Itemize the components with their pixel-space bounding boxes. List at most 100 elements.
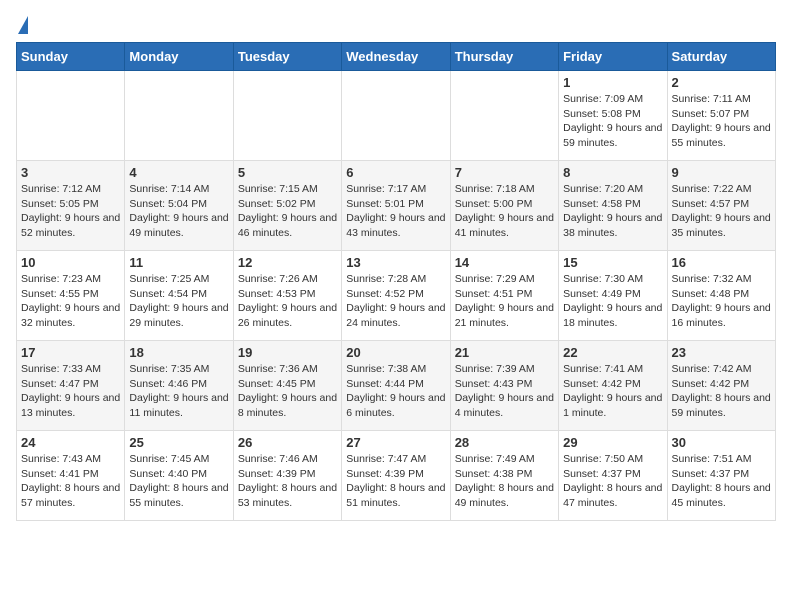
day-header-tuesday: Tuesday [233,43,341,71]
day-number: 8 [563,165,662,180]
day-info: Sunrise: 7:09 AMSunset: 5:08 PMDaylight:… [563,92,662,151]
day-cell: 8 Sunrise: 7:20 AMSunset: 4:58 PMDaylight… [559,161,667,251]
day-info: Sunrise: 7:23 AMSunset: 4:55 PMDaylight:… [21,272,120,331]
day-number: 10 [21,255,120,270]
day-info: Sunrise: 7:28 AMSunset: 4:52 PMDaylight:… [346,272,445,331]
day-header-monday: Monday [125,43,233,71]
day-number: 18 [129,345,228,360]
day-number: 19 [238,345,337,360]
day-cell: 13 Sunrise: 7:28 AMSunset: 4:52 PMDayligh… [342,251,450,341]
day-cell: 25 Sunrise: 7:45 AMSunset: 4:40 PMDayligh… [125,431,233,521]
day-number: 26 [238,435,337,450]
day-number: 6 [346,165,445,180]
day-cell: 4 Sunrise: 7:14 AMSunset: 5:04 PMDaylight… [125,161,233,251]
day-info: Sunrise: 7:33 AMSunset: 4:47 PMDaylight:… [21,362,120,421]
day-number: 9 [672,165,771,180]
day-number: 30 [672,435,771,450]
day-number: 29 [563,435,662,450]
calendar-table: SundayMondayTuesdayWednesdayThursdayFrid… [16,42,776,521]
day-cell: 20Sunrise: 7:38 AMSunset: 4:44 PMDayligh… [342,341,450,431]
day-cell: 12 Sunrise: 7:26 AMSunset: 4:53 PMDayligh… [233,251,341,341]
day-cell: 28Sunrise: 7:49 AMSunset: 4:38 PMDayligh… [450,431,558,521]
day-cell: 9 Sunrise: 7:22 AMSunset: 4:57 PMDaylight… [667,161,775,251]
header-row: SundayMondayTuesdayWednesdayThursdayFrid… [17,43,776,71]
day-cell [125,71,233,161]
day-number: 22 [563,345,662,360]
day-header-wednesday: Wednesday [342,43,450,71]
day-info: Sunrise: 7:12 AMSunset: 5:05 PMDaylight:… [21,182,120,241]
day-number: 7 [455,165,554,180]
day-number: 17 [21,345,120,360]
day-info: Sunrise: 7:22 AMSunset: 4:57 PMDaylight:… [672,182,771,241]
week-row-2: 10 Sunrise: 7:23 AMSunset: 4:55 PMDayligh… [17,251,776,341]
day-number: 12 [238,255,337,270]
day-cell: 29 Sunrise: 7:50 AMSunset: 4:37 PMDayligh… [559,431,667,521]
day-cell: 27 Sunrise: 7:47 AMSunset: 4:39 PMDayligh… [342,431,450,521]
day-number: 15 [563,255,662,270]
day-number: 5 [238,165,337,180]
day-number: 13 [346,255,445,270]
day-number: 3 [21,165,120,180]
logo [16,16,28,34]
day-number: 1 [563,75,662,90]
day-number: 27 [346,435,445,450]
day-info: Sunrise: 7:46 AMSunset: 4:39 PMDaylight:… [238,452,337,511]
day-cell: 21 Sunrise: 7:39 AMSunset: 4:43 PMDayligh… [450,341,558,431]
day-info: Sunrise: 7:29 AMSunset: 4:51 PMDaylight:… [455,272,554,331]
day-cell: 14 Sunrise: 7:29 AMSunset: 4:51 PMDayligh… [450,251,558,341]
day-cell: 2Sunrise: 7:11 AMSunset: 5:07 PMDaylight… [667,71,775,161]
day-cell [450,71,558,161]
day-cell [342,71,450,161]
day-info: Sunrise: 7:25 AMSunset: 4:54 PMDaylight:… [129,272,228,331]
day-info: Sunrise: 7:36 AMSunset: 4:45 PMDaylight:… [238,362,337,421]
day-number: 16 [672,255,771,270]
day-info: Sunrise: 7:14 AMSunset: 5:04 PMDaylight:… [129,182,228,241]
day-header-friday: Friday [559,43,667,71]
day-number: 21 [455,345,554,360]
day-cell: 1 Sunrise: 7:09 AMSunset: 5:08 PMDaylight… [559,71,667,161]
day-info: Sunrise: 7:45 AMSunset: 4:40 PMDaylight:… [129,452,228,511]
day-number: 25 [129,435,228,450]
day-header-thursday: Thursday [450,43,558,71]
day-cell: 18 Sunrise: 7:35 AMSunset: 4:46 PMDayligh… [125,341,233,431]
day-info: Sunrise: 7:32 AMSunset: 4:48 PMDaylight:… [672,272,771,331]
day-cell: 24Sunrise: 7:43 AMSunset: 4:41 PMDayligh… [17,431,125,521]
week-row-4: 24Sunrise: 7:43 AMSunset: 4:41 PMDayligh… [17,431,776,521]
day-cell [17,71,125,161]
day-cell: 16 Sunrise: 7:32 AMSunset: 4:48 PMDayligh… [667,251,775,341]
day-info: Sunrise: 7:18 AMSunset: 5:00 PMDaylight:… [455,182,554,241]
day-info: Sunrise: 7:51 AMSunset: 4:37 PMDaylight:… [672,452,771,511]
week-row-1: 3 Sunrise: 7:12 AMSunset: 5:05 PMDaylight… [17,161,776,251]
day-number: 23 [672,345,771,360]
week-row-0: 1 Sunrise: 7:09 AMSunset: 5:08 PMDaylight… [17,71,776,161]
day-info: Sunrise: 7:41 AMSunset: 4:42 PMDaylight:… [563,362,662,421]
day-info: Sunrise: 7:49 AMSunset: 4:38 PMDaylight:… [455,452,554,511]
day-cell: 6 Sunrise: 7:17 AMSunset: 5:01 PMDaylight… [342,161,450,251]
day-header-sunday: Sunday [17,43,125,71]
day-info: Sunrise: 7:39 AMSunset: 4:43 PMDaylight:… [455,362,554,421]
day-info: Sunrise: 7:35 AMSunset: 4:46 PMDaylight:… [129,362,228,421]
day-number: 20 [346,345,445,360]
day-header-saturday: Saturday [667,43,775,71]
day-cell: 10 Sunrise: 7:23 AMSunset: 4:55 PMDayligh… [17,251,125,341]
day-cell: 7 Sunrise: 7:18 AMSunset: 5:00 PMDaylight… [450,161,558,251]
week-row-3: 17 Sunrise: 7:33 AMSunset: 4:47 PMDayligh… [17,341,776,431]
day-info: Sunrise: 7:17 AMSunset: 5:01 PMDaylight:… [346,182,445,241]
day-cell: 26 Sunrise: 7:46 AMSunset: 4:39 PMDayligh… [233,431,341,521]
day-cell [233,71,341,161]
day-cell: 23Sunrise: 7:42 AMSunset: 4:42 PMDayligh… [667,341,775,431]
day-number: 2 [672,75,771,90]
day-number: 14 [455,255,554,270]
day-cell: 5 Sunrise: 7:15 AMSunset: 5:02 PMDaylight… [233,161,341,251]
day-cell: 3 Sunrise: 7:12 AMSunset: 5:05 PMDaylight… [17,161,125,251]
day-cell: 19 Sunrise: 7:36 AMSunset: 4:45 PMDayligh… [233,341,341,431]
day-number: 4 [129,165,228,180]
day-info: Sunrise: 7:26 AMSunset: 4:53 PMDaylight:… [238,272,337,331]
day-cell: 11Sunrise: 7:25 AMSunset: 4:54 PMDayligh… [125,251,233,341]
day-info: Sunrise: 7:47 AMSunset: 4:39 PMDaylight:… [346,452,445,511]
day-cell: 15Sunrise: 7:30 AMSunset: 4:49 PMDayligh… [559,251,667,341]
day-info: Sunrise: 7:50 AMSunset: 4:37 PMDaylight:… [563,452,662,511]
day-info: Sunrise: 7:15 AMSunset: 5:02 PMDaylight:… [238,182,337,241]
day-cell: 17 Sunrise: 7:33 AMSunset: 4:47 PMDayligh… [17,341,125,431]
day-info: Sunrise: 7:20 AMSunset: 4:58 PMDaylight:… [563,182,662,241]
